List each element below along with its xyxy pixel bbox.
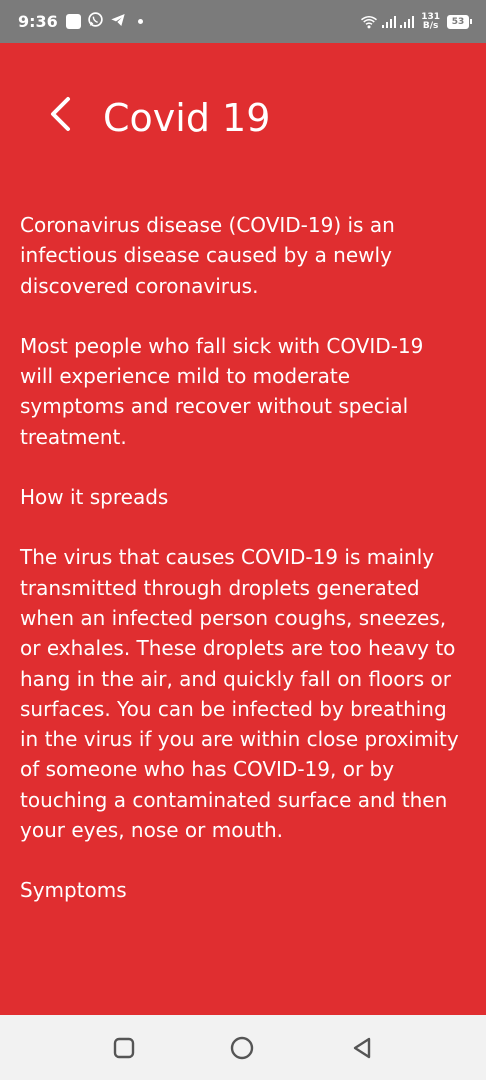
paragraph-transmission: The virus that causes COVID-19 is mainly… (20, 545, 459, 843)
whatsapp-icon (87, 11, 104, 32)
status-time: 9:36 (18, 12, 58, 31)
paragraph-mild-symptoms: Most people who fall sick with COVID-19 … (20, 333, 424, 449)
battery-level: 53 (447, 14, 469, 29)
paragraph-intro: Coronavirus disease (COVID-19) is an inf… (20, 213, 395, 298)
app-header: Covid 19 (0, 80, 486, 160)
signal-icon-1 (382, 15, 397, 28)
page-title: Covid 19 (103, 96, 271, 140)
system-nav-bar (0, 1015, 486, 1080)
status-left: 9:36 (18, 11, 143, 32)
section-heading-symptoms: Symptoms (20, 878, 127, 903)
network-speed: 131 B/s (421, 12, 440, 31)
wifi-icon (361, 15, 378, 28)
back-button[interactable] (48, 94, 78, 134)
home-icon (230, 1036, 254, 1060)
recent-apps-icon (113, 1037, 135, 1059)
section-heading-how-it-spreads: How it spreads (20, 485, 169, 510)
signal-icon-2 (400, 15, 415, 28)
telegram-icon (110, 12, 126, 32)
network-speed-unit: B/s (422, 20, 439, 31)
chevron-left-icon (51, 97, 70, 131)
notification-app-icon (65, 14, 81, 29)
more-notifications-dot-icon (137, 19, 143, 24)
status-right: 131 B/s 53 (360, 12, 472, 31)
back-triangle-icon (353, 1037, 371, 1059)
battery-icon: 53 (447, 14, 472, 29)
home-button[interactable] (229, 1035, 255, 1061)
article-content: Coronavirus disease (COVID-19) is an inf… (20, 210, 460, 936)
back-nav-button[interactable] (349, 1035, 375, 1061)
status-bar: 9:36 131 B/s 53 (0, 0, 486, 43)
recent-apps-button[interactable] (111, 1035, 137, 1061)
